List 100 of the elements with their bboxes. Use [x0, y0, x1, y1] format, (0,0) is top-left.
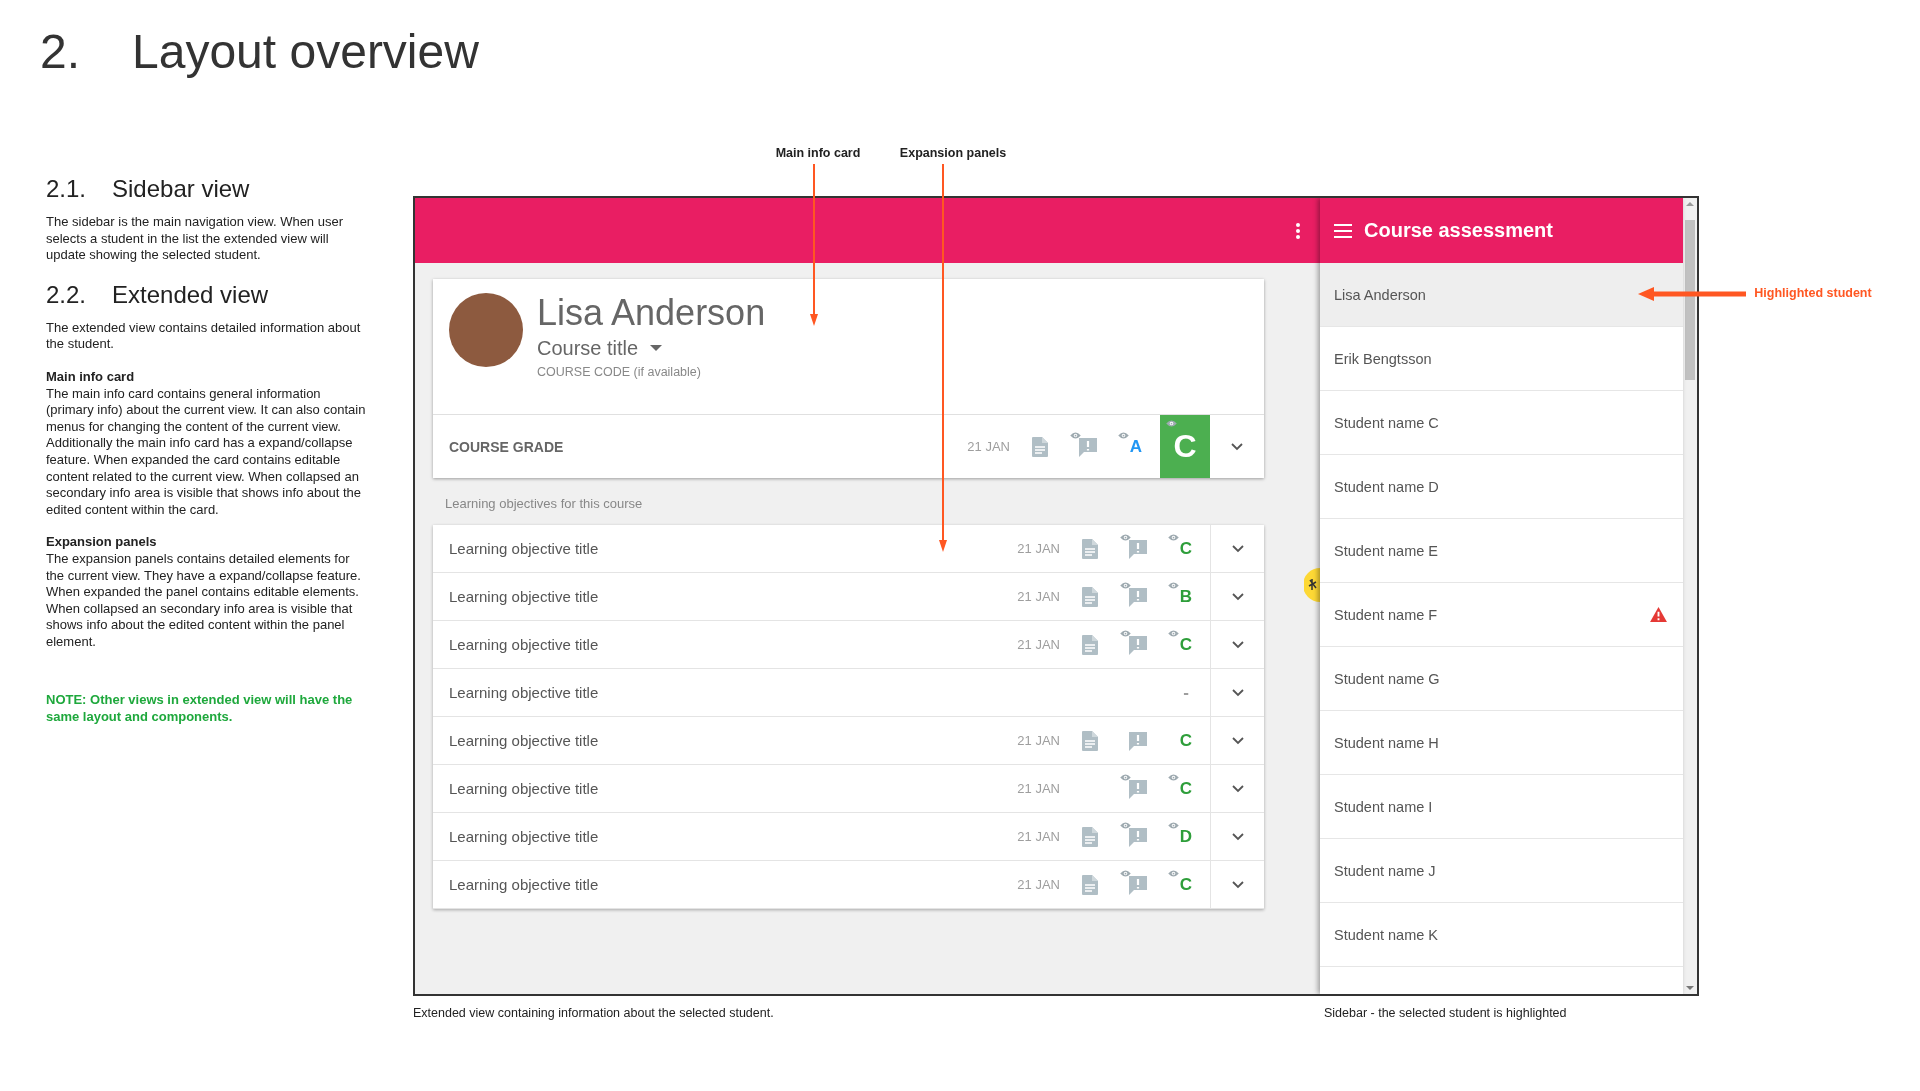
document-icon[interactable]: [1082, 634, 1098, 655]
grade: C: [1179, 538, 1193, 559]
course-code: COURSE CODE (if available): [537, 365, 701, 379]
scroll-up-icon[interactable]: [1686, 202, 1694, 206]
student-item[interactable]: Student name F: [1320, 583, 1683, 647]
more-options-icon[interactable]: [1296, 222, 1300, 239]
student-item[interactable]: Student name H: [1320, 711, 1683, 775]
caret-icon: [650, 345, 663, 351]
section-label: Learning objectives for this course: [444, 495, 644, 513]
chevron-down-icon[interactable]: [1231, 544, 1244, 553]
objective-title: Learning objective title: [449, 588, 600, 605]
student-item[interactable]: Lisa Anderson: [1320, 263, 1683, 327]
floating-badge-icon[interactable]: [1304, 568, 1320, 602]
comment-icon[interactable]: [1127, 633, 1149, 656]
date: 21 JAN: [1016, 541, 1060, 556]
date: 21 JAN: [1016, 877, 1060, 892]
objective-panel[interactable]: Learning objective title 21 JAN D: [433, 813, 1264, 861]
scroll-down-icon[interactable]: [1686, 986, 1694, 990]
paragraph: The main info card contains general information (primary info) about the current view. It can also contain menus for changing the content of the current view. Additionally the main info card has a expand/collapse feature. When expanded the card contains editable content related to the current view. When collapsed an secondary info area is visible that shows info about the edited content within the card.: [46, 385, 367, 519]
date: 21 JAN: [966, 439, 1010, 454]
comment-icon[interactable]: [1127, 873, 1149, 896]
section-number: 2.1.: [46, 174, 87, 204]
grade: A: [1129, 436, 1143, 457]
document-icon[interactable]: [1082, 730, 1098, 751]
comment-icon[interactable]: [1127, 585, 1149, 608]
document-icon[interactable]: [1082, 826, 1098, 847]
annotation-label: Highlighted student: [1754, 286, 1872, 300]
chevron-down-icon[interactable]: [1231, 688, 1244, 697]
objective-title: Learning objective title: [449, 732, 600, 749]
comment-icon[interactable]: [1127, 777, 1149, 800]
comment-icon[interactable]: [1127, 537, 1149, 560]
objective-title: Learning objective title: [449, 876, 600, 893]
objective-title: Learning objective title: [449, 636, 600, 653]
objective-panel[interactable]: Learning objective title 21 JAN C: [433, 525, 1264, 573]
caption: Sidebar - the selected student is highlighted: [1324, 1006, 1567, 1020]
comment-icon[interactable]: [1077, 435, 1099, 458]
comment-icon[interactable]: [1127, 729, 1149, 752]
date: 21 JAN: [1016, 637, 1060, 652]
chevron-down-icon[interactable]: [1231, 784, 1244, 793]
page-title: Layout overview: [132, 23, 479, 79]
student-item[interactable]: Student name E: [1320, 519, 1683, 583]
document-icon[interactable]: [1032, 436, 1048, 457]
scrollbar[interactable]: [1683, 198, 1697, 994]
paragraph: The sidebar is the main navigation view. When user selects a student in the list the extended view will update showing the selected student.: [46, 214, 344, 264]
grade: C: [1179, 634, 1193, 655]
paragraph: The extended view contains detailed information about the student.: [46, 319, 362, 353]
course-dropdown[interactable]: Course title: [537, 335, 663, 361]
annotation-label: Main info card: [775, 146, 861, 160]
objective-panel[interactable]: Learning objective title 21 JAN C: [433, 717, 1264, 765]
note-text: NOTE: Other views in extended view will have the same layout and components.: [46, 692, 354, 726]
student-item[interactable]: Student name G: [1320, 647, 1683, 711]
document-icon[interactable]: [1082, 874, 1098, 895]
chevron-down-icon[interactable]: [1231, 592, 1244, 601]
document-icon[interactable]: [1082, 538, 1098, 559]
subheading: Main info card: [46, 368, 136, 386]
objective-title: Learning objective title: [449, 540, 600, 557]
course-grade-label: COURSE GRADE: [449, 438, 565, 455]
caption: Extended view containing information about the selected student.: [413, 1006, 774, 1020]
chevron-down-icon[interactable]: [1231, 442, 1243, 451]
section-number: 2.2.: [46, 279, 87, 310]
menu-icon[interactable]: [1334, 223, 1352, 238]
chevron-down-icon[interactable]: [1231, 736, 1244, 745]
objective-title: Learning objective title: [449, 684, 600, 701]
section-number: 2.: [40, 23, 81, 79]
student-item[interactable]: Student name I: [1320, 775, 1683, 839]
objective-panel[interactable]: Learning objective title -: [433, 669, 1264, 717]
grade: D: [1179, 826, 1193, 847]
subheading: Expansion panels: [46, 534, 158, 551]
objective-panel[interactable]: Learning objective title 21 JAN C: [433, 765, 1264, 813]
objective-panel[interactable]: Learning objective title 21 JAN C: [433, 861, 1264, 909]
comment-icon[interactable]: [1127, 825, 1149, 848]
date: 21 JAN: [1016, 781, 1060, 796]
chevron-down-icon[interactable]: [1231, 640, 1244, 649]
grade: -: [1183, 682, 1189, 703]
date: 21 JAN: [1016, 829, 1060, 844]
student-item[interactable]: Student name J: [1320, 839, 1683, 903]
student-item[interactable]: Student name D: [1320, 455, 1683, 519]
grade: C: [1179, 874, 1193, 895]
sidebar-title: Course assessment: [1364, 219, 1553, 242]
chevron-down-icon[interactable]: [1231, 832, 1244, 841]
objective-panel[interactable]: Learning objective title 21 JAN C: [433, 621, 1264, 669]
objective-title: Learning objective title: [449, 828, 600, 845]
section-heading: Extended view: [112, 279, 269, 310]
grade: C: [1179, 778, 1193, 799]
grade: B: [1179, 586, 1193, 607]
annotation-label: Expansion panels: [899, 146, 1007, 160]
student-name: Lisa Anderson: [537, 291, 766, 335]
student-item[interactable]: Erik Bengtsson: [1320, 327, 1683, 391]
scroll-thumb[interactable]: [1685, 220, 1695, 380]
course-grade: C: [1160, 415, 1210, 478]
objective-title: Learning objective title: [449, 780, 600, 797]
document-icon[interactable]: [1082, 586, 1098, 607]
date: 21 JAN: [1016, 733, 1060, 748]
objective-panel[interactable]: Learning objective title 21 JAN B: [433, 573, 1264, 621]
paragraph: The expansion panels contains detailed elements for the current view. They have a expand/collapse feature. When expanded the panel contains editable elements. When collapsed an secondary info area is visible that shows info about the edited content within the panel element.: [46, 550, 362, 651]
date: 21 JAN: [1016, 589, 1060, 604]
grade: C: [1179, 730, 1193, 751]
student-item[interactable]: Student name K: [1320, 903, 1683, 967]
student-item[interactable]: Student name C: [1320, 391, 1683, 455]
chevron-down-icon[interactable]: [1231, 880, 1244, 889]
